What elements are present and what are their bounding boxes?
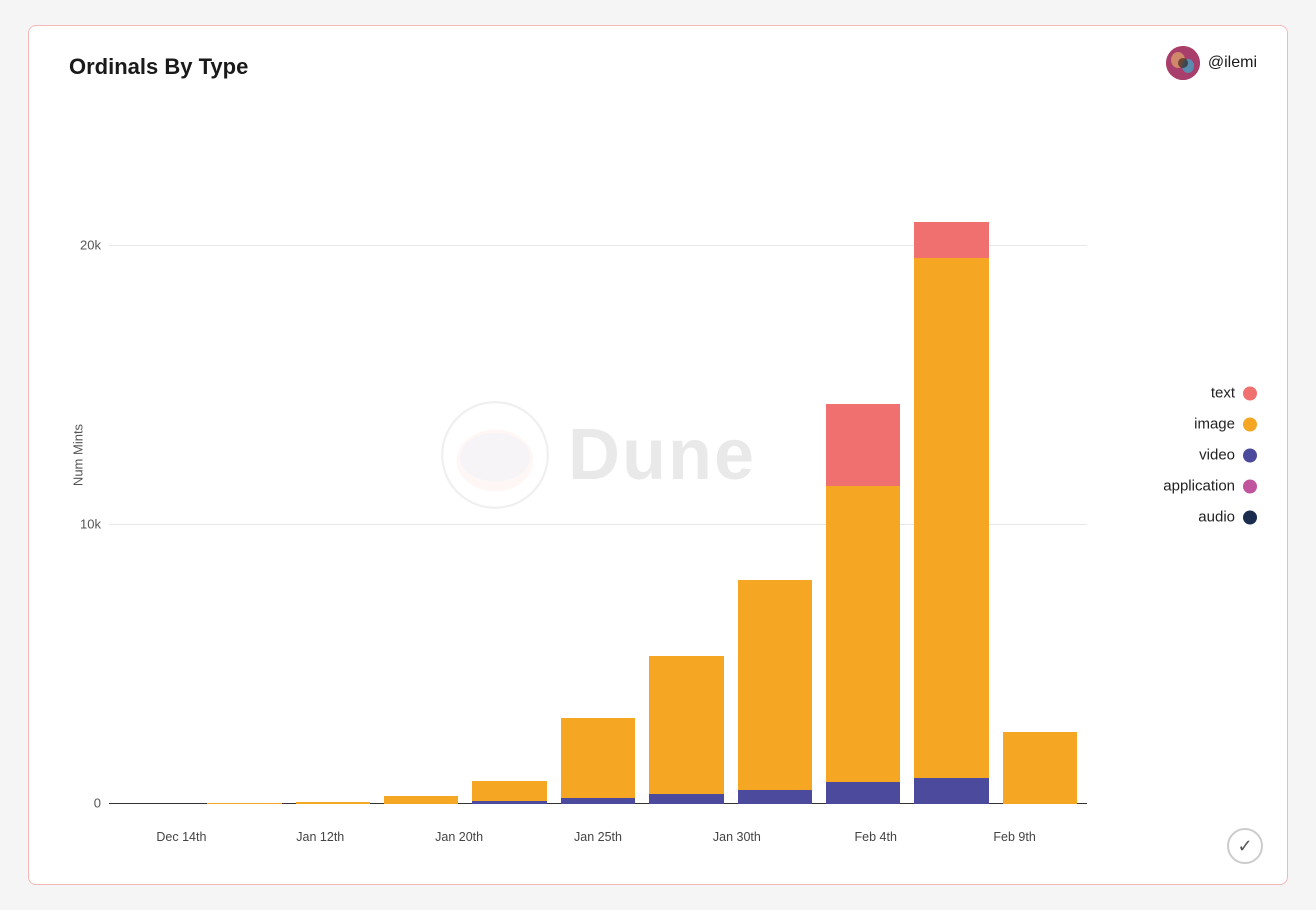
legend-label-image: image: [1194, 416, 1235, 433]
legend-dot-audio: [1243, 510, 1257, 524]
bar-segment-image: [207, 803, 281, 804]
legend-dot-application: [1243, 479, 1257, 493]
bar-stack: [296, 802, 370, 804]
checkmark-badge[interactable]: ✓: [1227, 828, 1263, 864]
bar-group-jan30: [472, 781, 546, 804]
bar-segment-video: [649, 794, 723, 804]
bar-segment-image: [914, 258, 988, 778]
x-label-jan30: Jan 30th: [674, 830, 799, 844]
bar-group-jan12: [207, 803, 281, 804]
bar-stack: [1003, 732, 1077, 804]
legend-item-text: text: [1163, 385, 1257, 402]
bar-group-feb4-1: [561, 718, 635, 804]
bar-segment-image: [472, 781, 546, 801]
bar-stack: [561, 718, 635, 804]
bar-group-feb9: [914, 222, 988, 804]
chart-title: Ordinals By Type: [69, 54, 248, 80]
checkmark-icon: ✓: [1237, 836, 1252, 857]
bar-group-feb9-plus1: [1003, 732, 1077, 804]
x-label-jan25: Jan 25th: [536, 830, 661, 844]
bar-segment-image: [1003, 732, 1077, 804]
legend-dot-text: [1243, 386, 1257, 400]
bar-stack: [826, 404, 900, 804]
bar-segment-video: [826, 782, 900, 804]
bar-segment-video: [738, 790, 812, 804]
x-label-dec14: Dec 14th: [119, 830, 244, 844]
y-label-20k: 20k: [80, 237, 109, 252]
bar-stack: [207, 803, 281, 804]
bar-group-jan25: [384, 796, 458, 804]
chart-container: Ordinals By Type @ilemi Num Mints Dune: [28, 25, 1288, 885]
bar-segment-video: [561, 798, 635, 804]
bar-segment-image: [649, 656, 723, 794]
bar-group-jan20: [296, 802, 370, 804]
bar-stack: [738, 580, 812, 804]
bars-area: [109, 106, 1087, 804]
bar-stack: [472, 781, 546, 804]
legend-label-video: video: [1199, 447, 1235, 464]
legend-label-text: text: [1211, 385, 1235, 402]
bar-segment-image: [826, 486, 900, 782]
legend-item-image: image: [1163, 416, 1257, 433]
x-label-feb4: Feb 4th: [813, 830, 938, 844]
bar-segment-video: [472, 801, 546, 804]
bar-stack: [384, 796, 458, 804]
user-badge: @ilemi: [1166, 46, 1257, 80]
bar-segment-image: [738, 580, 812, 790]
y-label-0: 0: [94, 796, 109, 811]
bar-segment-image: [561, 718, 635, 798]
bar-stack: [649, 656, 723, 804]
legend-item-audio: audio: [1163, 509, 1257, 526]
bar-segment-video: [914, 778, 988, 804]
y-axis-label: Num Mints: [71, 424, 86, 486]
x-label-jan12: Jan 12th: [258, 830, 383, 844]
bar-stack: [914, 222, 988, 804]
bar-segment-text: [914, 222, 988, 258]
user-avatar: [1166, 46, 1200, 80]
bar-group-feb4-2: [649, 656, 723, 804]
bar-group-feb4-3: [738, 580, 812, 804]
x-labels: Dec 14th Jan 12th Jan 20th Jan 25th Jan …: [109, 830, 1087, 844]
chart-area: Dune 0 10k 20k: [109, 106, 1087, 804]
legend-item-video: video: [1163, 447, 1257, 464]
legend-label-audio: audio: [1198, 509, 1235, 526]
legend: text image video application audio: [1163, 385, 1257, 526]
username: @ilemi: [1208, 54, 1257, 72]
legend-item-application: application: [1163, 478, 1257, 495]
x-label-feb9: Feb 9th: [952, 830, 1077, 844]
y-label-10k: 10k: [80, 516, 109, 531]
bar-group-feb9-pre: [826, 404, 900, 804]
legend-label-application: application: [1163, 478, 1235, 495]
x-label-jan20: Jan 20th: [397, 830, 522, 844]
legend-dot-image: [1243, 417, 1257, 431]
bar-segment-text: [826, 404, 900, 486]
bar-segment-image: [384, 796, 458, 804]
bar-segment-image: [296, 802, 370, 804]
legend-dot-video: [1243, 448, 1257, 462]
